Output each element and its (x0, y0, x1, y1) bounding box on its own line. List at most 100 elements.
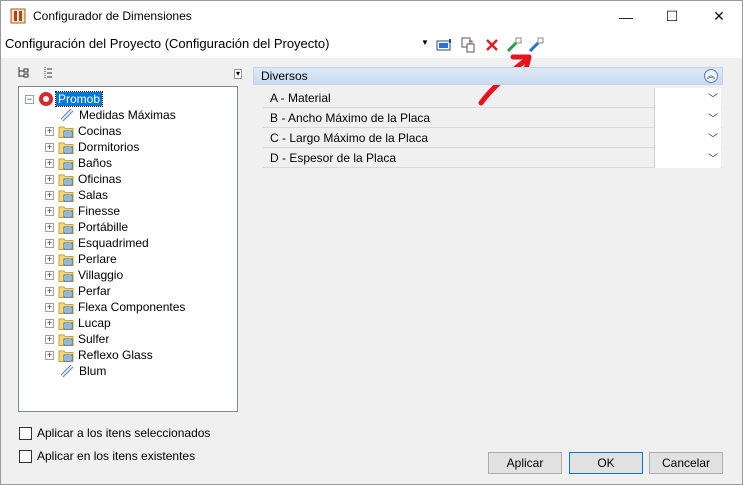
property-value-select[interactable]: ﹀ (654, 88, 721, 108)
tree-item-label: Oficinas (78, 172, 122, 186)
ok-button[interactable]: OK (569, 452, 643, 474)
expand-icon[interactable]: + (45, 190, 54, 200)
expand-icon[interactable]: + (45, 302, 54, 312)
screen-icon[interactable] (436, 37, 452, 53)
expand-icon[interactable]: + (45, 174, 54, 184)
apply-selected-label: Aplicar a los itens seleccionados (37, 426, 211, 440)
tree-item[interactable]: + Perlare (45, 251, 117, 267)
tree-root-label[interactable]: Promob (54, 91, 104, 107)
apply-existing-label: Aplicar en los itens existentes (37, 449, 196, 463)
project-select[interactable]: Configuración del Proyecto (Configuració… (5, 36, 329, 51)
folder-icon (58, 318, 74, 330)
chevron-down-icon[interactable]: ﹀ (708, 110, 718, 125)
property-row-material[interactable]: A - Material ﹀ (263, 88, 722, 108)
tree-item-label: Salas (78, 188, 109, 202)
tree-toolbar: ▾ (17, 63, 242, 83)
folder-icon (58, 286, 74, 298)
tree-item[interactable]: + Portábille (45, 219, 128, 235)
chevron-down-icon[interactable]: ﹀ (708, 150, 718, 165)
expand-icon[interactable]: + (45, 206, 54, 216)
tree-item-label: Blum (79, 364, 107, 378)
apply-selected-checkbox[interactable] (19, 426, 32, 440)
folder-icon (58, 238, 74, 250)
property-group-header[interactable]: Diversos ︽ (253, 67, 723, 85)
tree-item[interactable]: + Dormitorios (45, 139, 139, 155)
property-label: A - Material (270, 91, 331, 105)
tree-item[interactable]: Medidas Máximas (45, 107, 176, 123)
tree-item-label: Cocinas (78, 124, 122, 138)
apply-selected-option[interactable]: Aplicar a los itens seleccionados (19, 426, 210, 440)
collapse-icon[interactable]: − (25, 94, 34, 104)
folder-icon (58, 158, 74, 170)
expand-icon[interactable]: + (45, 142, 54, 152)
tree-item[interactable]: + Villaggio (45, 267, 123, 283)
chevron-down-icon[interactable]: ﹀ (708, 90, 718, 105)
maximize-button[interactable]: ☐ (649, 1, 695, 32)
property-label: D - Espesor de la Placa (270, 151, 397, 165)
apply-button[interactable]: Aplicar (488, 452, 562, 474)
list-view-icon[interactable] (41, 65, 57, 81)
dialog-window: Configurador de Dimensiones — ☐ ✕ Config… (0, 0, 743, 485)
cancel-button[interactable]: Cancelar (649, 452, 723, 474)
property-label: C - Largo Máximo de la Placa (270, 131, 429, 145)
tree-item-label: Medidas Máximas (79, 108, 176, 122)
folder-icon (58, 254, 74, 266)
dropdown-arrow-icon[interactable]: ▼ (421, 38, 429, 47)
ruler-icon (60, 108, 74, 122)
apply-existing-checkbox[interactable] (19, 449, 32, 463)
folder-icon (58, 334, 74, 346)
category-tree[interactable]: − Promob Medidas Máximas + Cocinas + Dormito… (18, 86, 238, 412)
tree-item-label: Perlare (78, 252, 117, 266)
folder-icon (58, 222, 74, 234)
folder-icon (58, 350, 74, 362)
tree-item[interactable]: + Esquadrimed (45, 235, 149, 251)
tree-item[interactable]: + Lucap (45, 315, 111, 331)
tree-item-label: Baños (78, 156, 113, 170)
property-value-select[interactable]: ﹀ (654, 128, 721, 148)
minimize-icon: — (619, 8, 633, 25)
tree-item-label: Sulfer (78, 332, 110, 346)
expand-icon[interactable]: + (45, 334, 54, 344)
tree-view-icon[interactable] (17, 65, 33, 81)
tree-item[interactable]: + Finesse (45, 203, 120, 219)
collapse-group-icon[interactable]: ︽ (704, 69, 718, 83)
maximize-icon: ☐ (665, 8, 679, 24)
expand-icon[interactable]: + (45, 254, 54, 264)
expand-icon[interactable]: + (45, 238, 54, 248)
property-row-espesor[interactable]: D - Espesor de la Placa ﹀ (263, 148, 722, 168)
expand-icon[interactable]: + (45, 222, 54, 232)
expand-icon[interactable]: + (45, 318, 54, 328)
tree-item[interactable]: + Reflexo Glass (45, 347, 153, 363)
tree-menu-arrow-icon[interactable]: ▾ (233, 69, 242, 79)
tree-item[interactable]: + Baños (45, 155, 112, 171)
tree-item[interactable]: + Cocinas (45, 123, 121, 139)
property-value-select[interactable]: ﹀ (654, 148, 721, 168)
folder-icon (58, 174, 74, 186)
close-button[interactable]: ✕ (696, 1, 742, 32)
tree-item[interactable]: + Sulfer (45, 331, 109, 347)
apply-existing-option[interactable]: Aplicar en los itens existentes (19, 449, 195, 463)
minimize-button[interactable]: — (603, 1, 649, 32)
tree-item[interactable]: + Salas (45, 187, 108, 203)
expand-icon[interactable]: + (45, 350, 54, 360)
project-bar: Configuración del Proyecto (Configuració… (1, 32, 742, 58)
tree-item[interactable]: Blum (45, 363, 106, 379)
folder-icon (58, 270, 74, 282)
expand-icon[interactable]: + (45, 158, 54, 168)
folder-icon (58, 206, 74, 218)
expand-icon[interactable]: + (45, 286, 54, 296)
tree-root[interactable]: − Promob (25, 91, 104, 107)
tree-item-label: Portábille (78, 220, 129, 234)
property-row-largo[interactable]: C - Largo Máximo de la Placa ﹀ (263, 128, 722, 148)
chevron-down-icon[interactable]: ﹀ (708, 130, 718, 145)
tree-item[interactable]: + Perfar (45, 283, 111, 299)
tree-item-label: Flexa Componentes (78, 300, 186, 314)
tree-item[interactable]: + Oficinas (45, 171, 121, 187)
expand-icon[interactable]: + (45, 270, 54, 280)
tree-item[interactable]: + Flexa Componentes (45, 299, 185, 315)
expand-icon[interactable]: + (45, 126, 54, 136)
app-icon (10, 8, 26, 24)
property-value-select[interactable]: ﹀ (654, 108, 721, 128)
property-row-ancho[interactable]: B - Ancho Máximo de la Placa ﹀ (263, 108, 722, 128)
title-bar: Configurador de Dimensiones — ☐ ✕ (1, 1, 742, 32)
